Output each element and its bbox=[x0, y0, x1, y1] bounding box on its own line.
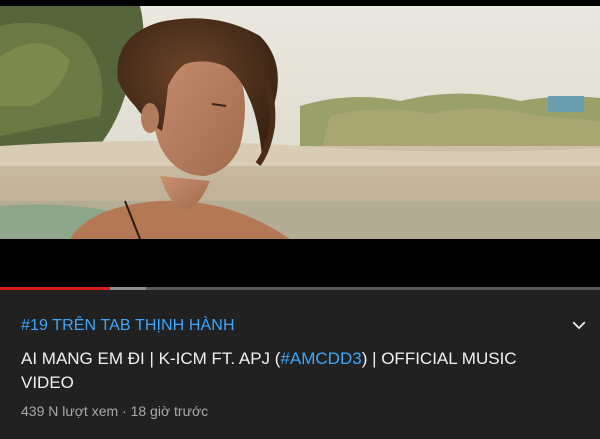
meta-separator: · bbox=[122, 403, 127, 419]
video-frame-image bbox=[0, 6, 600, 239]
video-details: #19 TRÊN TAB THỊNH HÀNH AI MANG EM ĐI | … bbox=[0, 290, 600, 439]
chevron-down-icon bbox=[572, 321, 586, 329]
video-player[interactable] bbox=[0, 6, 600, 239]
video-metadata: 439 N lượt xem · 18 giờ trước bbox=[21, 403, 208, 419]
video-letterbox bbox=[0, 239, 600, 288]
publish-time: 18 giờ trước bbox=[130, 403, 209, 419]
view-count: 439 N lượt xem bbox=[21, 403, 119, 419]
expand-description-button[interactable] bbox=[566, 312, 592, 338]
trending-badge[interactable]: #19 TRÊN TAB THỊNH HÀNH bbox=[21, 317, 235, 335]
watch-page: #19 TRÊN TAB THỊNH HÀNH AI MANG EM ĐI | … bbox=[0, 0, 600, 439]
title-text-start: AI MANG EM ĐI | K-ICM FT. APJ ( bbox=[21, 349, 281, 368]
video-title: AI MANG EM ĐI | K-ICM FT. APJ (#AMCDD3) … bbox=[21, 347, 541, 395]
title-hashtag-link[interactable]: #AMCDD3 bbox=[280, 349, 361, 368]
